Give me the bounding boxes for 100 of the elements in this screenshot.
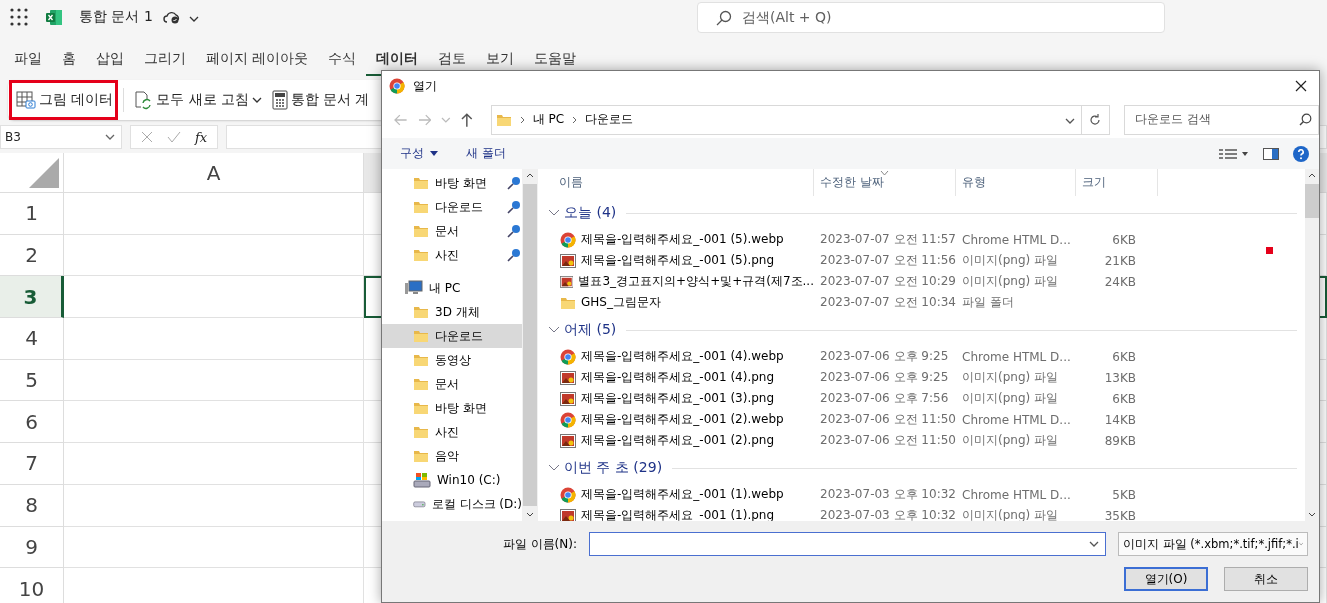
group-header[interactable]: 오늘 (4) (548, 200, 1305, 226)
preview-pane-icon[interactable] (1263, 147, 1279, 160)
file-row[interactable]: 제목을-입력해주세요_-001 (2).png 2023-07-06 오전 11:50 이미지(png) 파일 89KB (538, 430, 1136, 451)
row-header[interactable]: 8 (0, 484, 64, 527)
scroll-down-icon[interactable] (526, 512, 534, 517)
grid-cell[interactable] (64, 484, 364, 527)
enter-icon[interactable] (167, 131, 181, 143)
grid-cell[interactable] (64, 443, 364, 485)
scrollbar-thumb[interactable] (1305, 184, 1319, 218)
toolbar-button[interactable]: 그림 데이터 (10, 81, 118, 119)
navigation-item[interactable]: Win10 (C:) (382, 468, 522, 492)
navigation-item[interactable]: 바탕 화면 (382, 171, 522, 195)
document-title[interactable]: 통합 문서 1 (79, 8, 153, 26)
grid-cell[interactable] (64, 193, 364, 235)
grid-cell[interactable] (64, 318, 364, 360)
chevron-icon (1064, 117, 1075, 124)
file-type-dropdown[interactable]: 이미지 파일 (*.xbm;*.tif;*.jfif;*.i (1118, 532, 1308, 556)
navigation-item[interactable]: 사진 (382, 243, 522, 267)
toolbar-button[interactable]: 모두 새로 고침 (127, 81, 266, 119)
file-size: 6KB (1111, 349, 1136, 364)
ribbon-tab[interactable]: 그리기 (134, 50, 196, 76)
grid-cell[interactable] (64, 359, 364, 402)
column-header[interactable]: 크기 (1076, 169, 1158, 196)
organize-button[interactable]: 구성 (400, 145, 438, 162)
file-name: 제목을-입력해주세요_-001 (4).png (581, 369, 775, 386)
navigation-item[interactable]: 바탕 화면 (382, 396, 522, 420)
file-row[interactable]: 제목을-입력해주세요_-001 (2).webp 2023-07-06 오전 11:50 Chrome HTML D... 14KB (538, 409, 1136, 430)
row-header[interactable]: 5 (0, 359, 64, 402)
cloud-saved-icon[interactable] (162, 10, 181, 24)
navigation-item[interactable]: 다운로드 (382, 195, 522, 219)
group-header[interactable]: 이번 주 초 (29) (548, 455, 1305, 481)
grid-cell[interactable] (64, 234, 364, 277)
grid-cell[interactable] (64, 276, 364, 319)
navigation-item[interactable]: 동영상 (382, 348, 522, 372)
close-icon[interactable] (1295, 80, 1307, 92)
dialog-button[interactable]: 열기(O) (1124, 567, 1208, 591)
row-header[interactable]: 7 (0, 443, 64, 485)
navigation-item[interactable]: 음악 (382, 444, 522, 468)
column-header[interactable]: 유형 (956, 169, 1076, 196)
row-header[interactable]: 1 (0, 193, 64, 235)
row-header[interactable]: 6 (0, 401, 64, 444)
file-row[interactable]: 별표3_경고표지의+양식+및+규격(제7조... 2023-07-07 오전 10:29 이미지(png) 파일 24KB (538, 271, 1136, 292)
file-row[interactable]: 제목을-입력해주세요_-001 (1).webp 2023-07-03 오후 10:32 Chrome HTML D... 5KB (538, 484, 1136, 505)
help-icon[interactable] (1293, 145, 1309, 162)
chevron-icon (1089, 541, 1099, 547)
scroll-up-icon[interactable] (526, 173, 534, 178)
folder-icon (413, 448, 429, 464)
breadcrumb-item[interactable]: 내 PC (532, 111, 565, 128)
row-header[interactable]: 3 (0, 276, 64, 319)
column-header[interactable]: 이름 (538, 169, 814, 196)
column-header[interactable]: 수정한 날짜 (814, 169, 956, 196)
breadcrumb-item[interactable]: 다운로드 (585, 111, 634, 128)
navigation-item[interactable]: 문서 (382, 219, 522, 243)
navigation-item[interactable]: 사진 (382, 420, 522, 444)
scroll-up-icon[interactable] (1308, 173, 1316, 178)
row-header[interactable]: 9 (0, 526, 64, 569)
row-header[interactable]: 10 (0, 568, 64, 603)
grid-cell[interactable] (64, 401, 364, 444)
insert-function-button[interactable]: fx (195, 129, 208, 145)
search-field[interactable]: 검색(Alt + Q) (697, 2, 1165, 33)
file-row[interactable]: 제목을-입력해주세요_-001 (4).webp 2023-07-06 오후 9:25 Chrome HTML D... 6KB (538, 346, 1136, 367)
file-row[interactable]: 제목을-입력해주세요_-001 (1).png 2023-07-03 오후 10:32 이미지(png) 파일 35KB (538, 505, 1136, 521)
select-all-button[interactable] (0, 153, 64, 193)
file-name-field[interactable] (589, 532, 1106, 556)
scrollbar-thumb[interactable] (523, 184, 537, 506)
ribbon-tab[interactable]: 홈 (52, 50, 86, 76)
up-icon[interactable] (460, 112, 473, 127)
cancel-icon[interactable] (141, 131, 153, 143)
file-row[interactable]: 제목을-입력해주세요_-001 (5).webp 2023-07-07 오전 11:57 Chrome HTML D... 6KB (538, 229, 1136, 250)
scrollbar[interactable] (522, 169, 538, 521)
row-header[interactable]: 4 (0, 318, 64, 360)
app-launcher-icon[interactable] (10, 8, 28, 26)
search-field[interactable]: 다운로드 검색 (1124, 104, 1319, 135)
file-row[interactable]: 제목을-입력해주세요_-001 (5).png 2023-07-07 오전 11:56 이미지(png) 파일 21KB (538, 250, 1136, 271)
scrollbar[interactable] (1305, 169, 1319, 521)
toolbar-button[interactable]: 통합 문서 계 (265, 81, 374, 119)
scroll-down-icon[interactable] (1308, 512, 1316, 517)
file-row[interactable]: 제목을-입력해주세요_-001 (4).png 2023-07-06 오후 9:25 이미지(png) 파일 13KB (538, 367, 1136, 388)
address-bar[interactable]: 내 PC 다운로드 (490, 104, 1082, 135)
forward-icon[interactable] (417, 113, 432, 126)
new-folder-button[interactable]: 새 폴더 (466, 145, 506, 162)
grid-cell[interactable] (64, 526, 364, 569)
file-row[interactable]: 제목을-입력해주세요_-001 (3).png 2023-07-06 오후 7:56 이미지(png) 파일 6KB (538, 388, 1136, 409)
navigation-item[interactable]: 로컬 디스크 (D:) (382, 492, 522, 516)
navigation-item[interactable]: 내 PC (382, 276, 522, 300)
view-options-icon[interactable] (1219, 147, 1249, 160)
navigation-item[interactable]: 3D 개체 (382, 300, 522, 324)
ribbon-tab[interactable]: 삽입 (86, 50, 134, 76)
file-row[interactable]: GHS_그림문자 2023-07-07 오전 10:34 파일 폴더 (538, 292, 1136, 313)
navigation-item[interactable]: 문서 (382, 372, 522, 396)
back-icon[interactable] (394, 113, 408, 126)
name-box[interactable]: B3 (0, 125, 122, 149)
dialog-button[interactable]: 취소 (1224, 567, 1308, 591)
chrome-icon (560, 348, 576, 365)
ribbon-tab[interactable]: 수식 (318, 50, 367, 76)
ribbon-tab[interactable]: 페이지 레이아웃 (196, 50, 319, 76)
refresh-button[interactable] (1081, 104, 1111, 135)
group-header[interactable]: 어제 (5) (548, 317, 1305, 343)
ribbon-tab[interactable]: 파일 (4, 50, 52, 76)
navigation-item[interactable]: 다운로드 (382, 324, 522, 348)
